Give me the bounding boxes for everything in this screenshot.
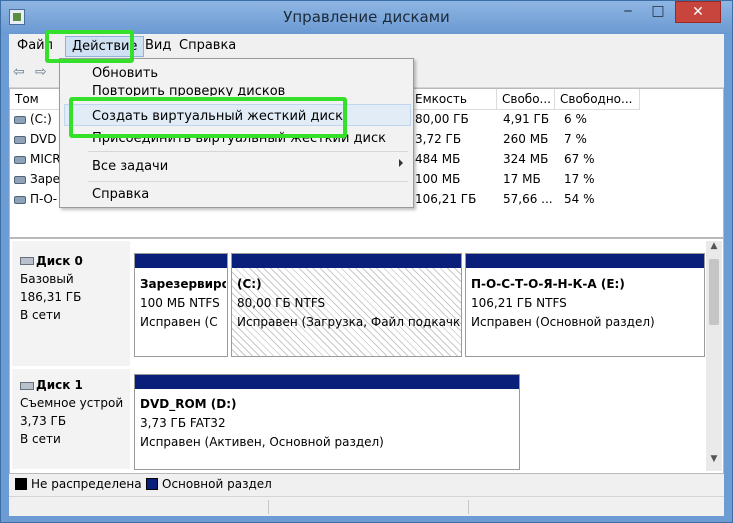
disk-type: Базовый <box>20 272 74 286</box>
volume-icon <box>14 116 26 124</box>
menu-item-all-tasks[interactable]: Все задачи <box>92 159 168 174</box>
disk-status: В сети <box>20 308 61 322</box>
arrow-right-icon[interactable]: ⇨ <box>35 65 51 79</box>
partition-size: 3,73 ГБ FAT32 <box>140 416 226 430</box>
partition-bar <box>135 254 227 268</box>
partition-bar <box>135 375 519 389</box>
volume-capacity: 80,00 ГБ <box>415 112 469 126</box>
disk-status: В сети <box>20 432 61 446</box>
volume-capacity: 3,72 ГБ <box>415 132 462 146</box>
disk-type: Съемное устрой <box>20 396 124 410</box>
partition-e[interactable]: П-О-С-Т-О-Я-Н-К-А (E:) 106,21 ГБ NTFS Ис… <box>465 253 705 357</box>
partition-name: DVD_ROM (D:) <box>140 397 237 411</box>
legend: Не распределена Основной раздел <box>9 474 724 496</box>
volume-free-percent: 7 % <box>564 132 587 146</box>
scroll-thumb[interactable] <box>709 259 719 325</box>
maximize-button[interactable]: □ <box>645 1 671 23</box>
volume-icon <box>14 136 26 144</box>
menu-item-refresh[interactable]: Обновить <box>92 66 158 81</box>
scroll-up-icon[interactable]: ▲ <box>706 241 722 253</box>
disk-map-scrollbar[interactable]: ▲ ▼ <box>706 241 722 471</box>
volume-capacity: 100 МБ <box>415 172 461 186</box>
volume-free: 57,66 ... <box>503 192 553 206</box>
highlight-frame-create-vhd <box>69 97 347 138</box>
legend-swatch-primary <box>146 478 158 490</box>
partition-name: П-О-С-Т-О-Я-Н-К-А (E:) <box>471 277 625 291</box>
status-bar <box>9 496 724 516</box>
menu-help[interactable]: Справка <box>179 38 236 53</box>
partition-name: Зарезервиро <box>140 277 226 291</box>
disk-title: Диск 1 <box>36 378 83 392</box>
highlight-frame-action-menu <box>45 30 134 63</box>
volume-icon <box>14 196 26 204</box>
arrow-left-icon[interactable]: ⇦ <box>13 65 29 79</box>
menu-separator <box>88 181 408 182</box>
menu-item-rescan-disks[interactable]: Повторить проверку дисков <box>92 84 285 96</box>
scroll-down-icon[interactable]: ▼ <box>706 454 722 466</box>
submenu-arrow-icon <box>399 159 403 167</box>
volume-icon <box>14 176 26 184</box>
disk-0-info[interactable]: Диск 0 Базовый 186,31 ГБ В сети <box>12 241 130 366</box>
disk-map-pane: Диск 0 Базовый 186,31 ГБ В сети Зарезерв… <box>9 238 724 474</box>
disk-management-window: Управление дисками ‒ □ ✕ Файл Действие В… <box>0 0 733 523</box>
partition-size: 80,00 ГБ NTFS <box>237 296 326 310</box>
partition-status: Исправен (Основной раздел) <box>471 315 655 329</box>
close-button[interactable]: ✕ <box>675 1 721 23</box>
status-segment <box>9 500 269 514</box>
volume-capacity: 484 МБ <box>415 152 461 166</box>
volume-free: 17 МБ <box>503 172 541 186</box>
column-header-capacity[interactable]: Емкость <box>410 89 497 110</box>
partition-c-selected[interactable]: (C:) 80,00 ГБ NTFS Исправен (Загрузка, Ф… <box>231 253 462 357</box>
legend-label-primary: Основной раздел <box>162 477 272 491</box>
volume-free: 324 МБ <box>503 152 549 166</box>
column-header-free[interactable]: Свобо... <box>497 89 555 110</box>
volume-capacity: 106,21 ГБ <box>415 192 477 206</box>
menu-item-help[interactable]: Справка <box>92 187 149 202</box>
partition-dvd-rom[interactable]: DVD_ROM (D:) 3,73 ГБ FAT32 Исправен (Акт… <box>134 374 520 470</box>
volume-free-percent: 54 % <box>564 192 595 206</box>
volume-free-percent: 17 % <box>564 172 595 186</box>
partition-status: Исправен (Активен, Основной раздел) <box>140 435 384 449</box>
legend-swatch-unallocated <box>15 478 27 490</box>
partition-status: Исправен (С <box>140 315 218 329</box>
volume-free-percent: 6 % <box>564 112 587 126</box>
volume-free: 4,91 ГБ <box>503 112 550 126</box>
legend-label-unallocated: Не распределена <box>31 477 142 491</box>
volume-free-percent: 67 % <box>564 152 595 166</box>
disk-size: 186,31 ГБ <box>20 290 82 304</box>
minimize-button[interactable]: ‒ <box>615 1 641 23</box>
partition-size: 106,21 ГБ NTFS <box>471 296 567 310</box>
partition-bar <box>466 254 704 268</box>
disk-size: 3,73 ГБ <box>20 414 67 428</box>
partition-status: Исправен (Загрузка, Файл подкачк <box>237 315 461 329</box>
disk-title: Диск 0 <box>36 254 83 268</box>
status-segment <box>269 500 469 514</box>
volume-free: 260 МБ <box>503 132 549 146</box>
partition-bar <box>232 254 461 268</box>
partition-size: 100 МБ NTFS <box>140 296 220 310</box>
partition-name: (C:) <box>237 277 262 291</box>
partition-reserved[interactable]: Зарезервиро 100 МБ NTFS Исправен (С <box>134 253 228 357</box>
disk-1-info[interactable]: Диск 1 Съемное устрой 3,73 ГБ В сети <box>12 369 130 469</box>
menu-view[interactable]: Вид <box>145 38 171 53</box>
column-header-free-percent[interactable]: Свободно... <box>555 89 640 110</box>
volume-icon <box>14 156 26 164</box>
menu-separator <box>88 151 408 152</box>
